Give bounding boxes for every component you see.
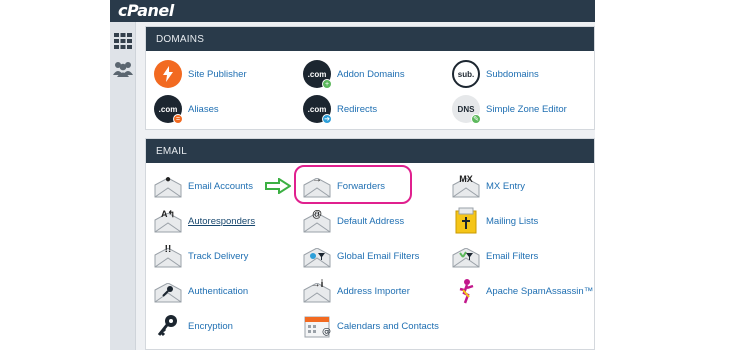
mx-entry-item[interactable]: MX MX Entry	[452, 169, 525, 203]
aliases-item[interactable]: .com = Aliases	[154, 92, 219, 126]
lightning-icon	[154, 60, 182, 88]
mailing-lists-icon	[452, 207, 480, 235]
cpanel-logo[interactable]: cPanel	[118, 1, 174, 20]
site-publisher-label: Site Publisher	[188, 68, 247, 80]
autoresponders-item[interactable]: A↰ Autoresponders	[154, 204, 255, 238]
spamassassin-item[interactable]: Apache SpamAssassin™	[452, 274, 593, 308]
address-importer-item[interactable]: →i Address Importer	[303, 274, 410, 308]
dotcom-add-icon: .com +	[303, 60, 332, 89]
authentication-item[interactable]: Authentication	[154, 274, 248, 308]
address-importer-label: Address Importer	[337, 285, 410, 297]
spamassassin-icon	[452, 277, 480, 305]
email-accounts-label: Email Accounts	[188, 180, 253, 192]
autoresponders-icon: A↰	[154, 207, 182, 235]
default-address-icon: @	[303, 207, 331, 235]
green-arrow-icon	[265, 177, 292, 199]
mx-entry-icon: MX	[452, 172, 480, 200]
mailing-lists-label: Mailing Lists	[486, 215, 539, 227]
forwarders-highlight	[294, 165, 412, 204]
global-filters-icon	[303, 242, 331, 270]
track-delivery-icon: !!	[154, 242, 182, 270]
track-delivery-label: Track Delivery	[188, 250, 249, 262]
spamassassin-label: Apache SpamAssassin™	[486, 285, 594, 297]
email-accounts-item[interactable]: ● Email Accounts	[154, 169, 253, 203]
simple-zone-editor-label: Simple Zone Editor	[486, 103, 567, 115]
simple-zone-editor-item[interactable]: DNS ✎ Simple Zone Editor	[452, 92, 567, 126]
email-filters-item[interactable]: Email Filters	[452, 239, 538, 273]
calendars-contacts-label: Calendars and Contacts	[337, 320, 439, 332]
aliases-label: Aliases	[188, 103, 219, 115]
redirects-label: Redirects	[337, 103, 378, 115]
calendars-contacts-item[interactable]: @ Calendars and Contacts	[303, 309, 439, 343]
svg-text:@: @	[322, 327, 331, 337]
domains-panel: DOMAINS Site Publisher .com + Addon Doma…	[145, 26, 595, 130]
encryption-item[interactable]: Encryption	[154, 309, 233, 343]
mx-entry-label: MX Entry	[486, 180, 526, 192]
dns-icon: DNS ✎	[452, 95, 481, 124]
domains-header: DOMAINS	[146, 27, 594, 51]
dotcom-alias-icon: .com =	[154, 95, 183, 124]
email-filters-label: Email Filters	[486, 250, 539, 262]
email-header: EMAIL	[146, 139, 594, 163]
dotcom-redirect-icon: .com ➔	[303, 95, 332, 124]
authentication-icon	[154, 277, 182, 305]
default-address-label: Default Address	[337, 215, 405, 227]
email-accounts-icon: ●	[154, 172, 182, 200]
authentication-label: Authentication	[188, 285, 249, 297]
default-address-item[interactable]: @ Default Address	[303, 204, 404, 238]
subdomains-label: Subdomains	[486, 68, 539, 80]
sub-icon: sub.	[452, 60, 480, 88]
encryption-label: Encryption	[188, 320, 233, 332]
users-icon[interactable]	[113, 60, 133, 78]
global-email-filters-item[interactable]: Global Email Filters	[303, 239, 419, 273]
left-nav	[110, 22, 136, 350]
calendar-icon: @	[303, 312, 331, 340]
addon-domains-label: Addon Domains	[337, 68, 405, 80]
global-email-filters-label: Global Email Filters	[337, 250, 420, 262]
email-filters-icon	[452, 242, 480, 270]
track-delivery-item[interactable]: !! Track Delivery	[154, 239, 248, 273]
grid-icon[interactable]	[113, 32, 133, 50]
mailing-lists-item[interactable]: Mailing Lists	[452, 204, 538, 238]
top-bar: cPanel	[110, 0, 595, 22]
autoresponders-label: Autoresponders	[188, 215, 256, 227]
redirects-item[interactable]: .com ➔ Redirects	[303, 92, 377, 126]
site-publisher-item[interactable]: Site Publisher	[154, 57, 247, 91]
subdomains-item[interactable]: sub. Subdomains	[452, 57, 539, 91]
addon-domains-item[interactable]: .com + Addon Domains	[303, 57, 405, 91]
address-importer-icon: →i	[303, 277, 331, 305]
key-icon	[154, 312, 182, 340]
